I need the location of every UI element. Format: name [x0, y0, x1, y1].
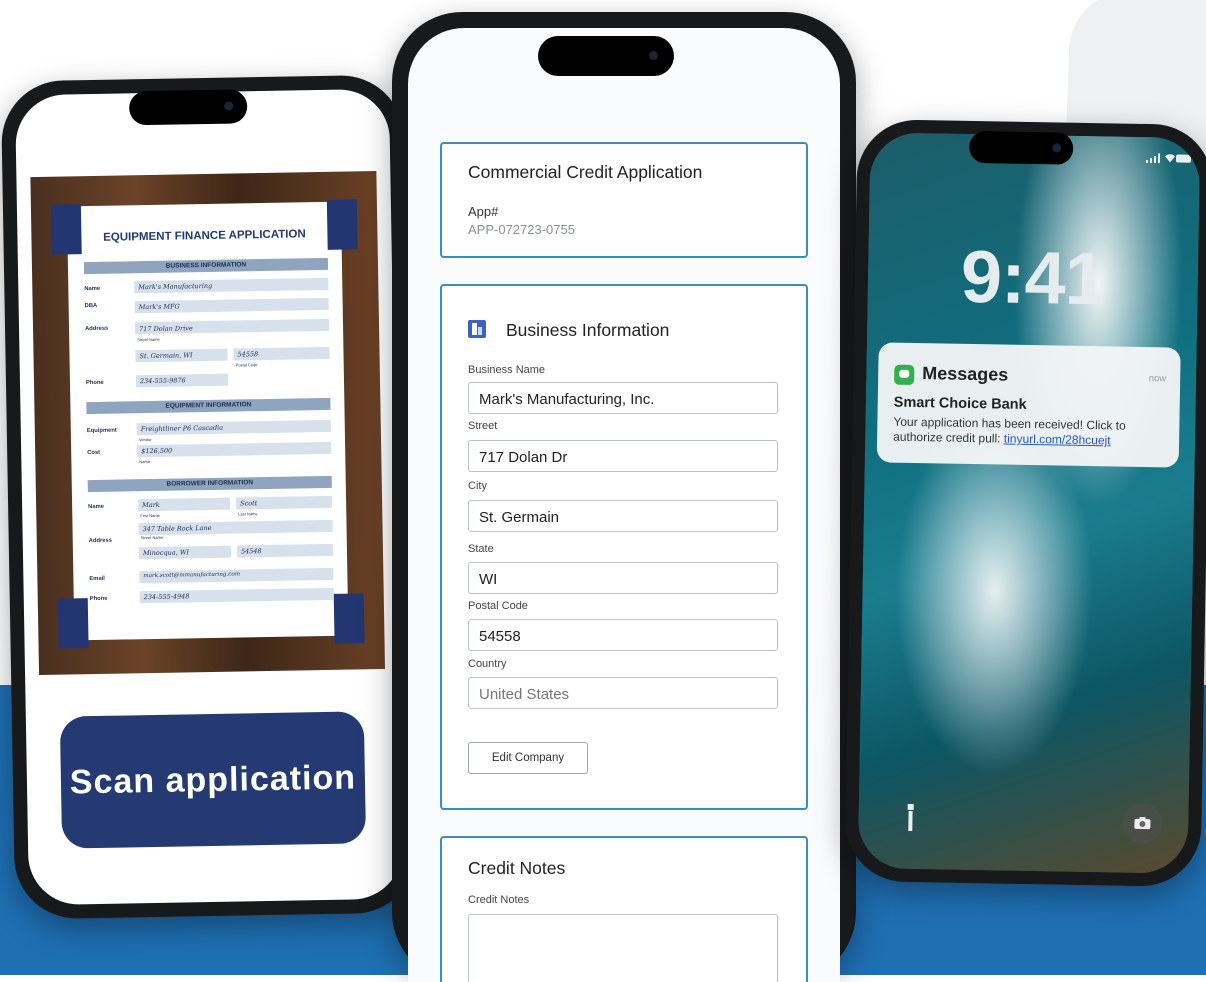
credit-notes-label: Credit Notes: [468, 894, 530, 906]
label-address: Address: [84, 325, 109, 333]
scan-corner-tl: [50, 204, 82, 255]
value-equipment: Freightliner P6 Cascadia: [140, 423, 224, 434]
section-equipment: EQUIPMENT INFORMATION: [86, 397, 331, 415]
value-borrower-phone: 234-555-4948: [143, 592, 190, 602]
value-zip: 54558: [237, 350, 259, 359]
dynamic-island: [968, 130, 1074, 165]
value-street: 717 Dolan Drive: [138, 324, 193, 334]
business-name-field[interactable]: Mark's Manufacturing, Inc.: [468, 382, 778, 414]
notification-link[interactable]: tinyurl.com/28hcuejt: [1004, 432, 1111, 448]
value-last-name: Scott: [240, 499, 258, 508]
city-field[interactable]: St. Germain: [468, 500, 778, 532]
sublabel-last: Last Name: [238, 511, 258, 517]
value-phone: 234-555-9876: [139, 376, 186, 386]
scan-corner-tr: [326, 199, 358, 250]
notification-sender: Smart Choice Bank: [893, 394, 1027, 413]
city-label: City: [468, 480, 487, 492]
value-borrower-street: 347 Table Rock Lane: [142, 523, 212, 534]
dynamic-island: [538, 36, 674, 76]
sublabel-first: First Name: [140, 512, 160, 519]
value-borrower-zip: 54548: [240, 547, 262, 556]
wifi-icon: [1164, 153, 1176, 166]
label-equipment: Equipment: [86, 427, 117, 435]
application-title: Commercial Credit Application: [468, 162, 703, 182]
label-name: Name: [84, 285, 101, 293]
sublabel-street: Street Name: [137, 336, 160, 343]
state-field[interactable]: WI: [468, 562, 778, 594]
value-borrower-city: Minocqua, WI: [142, 548, 190, 558]
country-field[interactable]: United States: [468, 677, 778, 709]
signal-icon: [1145, 153, 1161, 166]
lockscreen-time: 9:41: [960, 234, 1106, 321]
label-borrower-address: Address: [88, 537, 113, 545]
app-number-value: APP-072723-0755: [468, 222, 575, 237]
application-document: EQUIPMENT FINANCE APPLICATION BUSINESS I…: [50, 199, 365, 649]
phone-form: Commercial Credit Application App# APP-0…: [392, 12, 856, 982]
phone-scan: EQUIPMENT FINANCE APPLICATION BUSINESS I…: [0, 74, 418, 920]
application-card: Commercial Credit Application App# APP-0…: [440, 142, 808, 258]
label-dba: DBA: [84, 302, 98, 310]
notification-body: Your application has been received! Clic…: [893, 415, 1169, 450]
credit-notes-title: Credit Notes: [468, 858, 566, 878]
value-first-name: Mark: [142, 500, 160, 510]
notification-time: now: [1148, 373, 1167, 385]
flashlight-icon[interactable]: [890, 799, 931, 840]
section-business: BUSINESS INFORMATION: [83, 257, 329, 275]
document-photo: EQUIPMENT FINANCE APPLICATION BUSINESS I…: [30, 171, 386, 675]
section-borrower: BORROWER INFORMATION: [87, 475, 332, 493]
phone-lockscreen-screen: 9:41 Messages now Smart Choice Bank Your…: [857, 132, 1201, 874]
state-label: State: [468, 543, 494, 555]
label-borrower-name: Name: [88, 503, 105, 511]
message-notification[interactable]: Messages now Smart Choice Bank Your appl…: [876, 342, 1181, 468]
value-cost: $126,500: [141, 446, 173, 456]
sublabel-postal: Postal Code: [235, 362, 258, 368]
sublabel-vendor: Vendor: [138, 436, 152, 443]
sublabel-cost-name: Name: [139, 459, 151, 465]
edit-company-button[interactable]: Edit Company: [468, 742, 588, 774]
street-label: Street: [468, 420, 498, 432]
notification-app-name: Messages: [922, 363, 1009, 385]
value-city: St. Germain, WI: [139, 351, 193, 361]
business-info-card: Business Information Business Name Mark'…: [440, 284, 808, 810]
label-borrower-phone: Phone: [89, 595, 108, 603]
value-name: Mark's Manufacturing: [138, 281, 213, 292]
front-camera-icon: [649, 51, 658, 60]
messages-icon: [894, 364, 915, 385]
street-field[interactable]: 717 Dolan Dr: [468, 440, 778, 472]
dynamic-island: [128, 89, 248, 126]
camera-icon[interactable]: [1122, 802, 1163, 844]
label-email: Email: [89, 575, 105, 583]
postal-code-field[interactable]: 54558: [468, 619, 778, 651]
app-number-label: App#: [468, 204, 499, 219]
phone-scan-screen: EQUIPMENT FINANCE APPLICATION BUSINESS I…: [14, 88, 404, 906]
business-info-title: Business Information: [506, 320, 670, 340]
country-label: Country: [468, 658, 507, 670]
battery-icon: [1175, 154, 1195, 167]
postal-code-label: Postal Code: [468, 600, 528, 612]
credit-notes-textarea[interactable]: [468, 914, 778, 982]
sublabel-bstreet: Street Name: [140, 534, 164, 541]
front-camera-icon: [1052, 143, 1062, 153]
credit-notes-card: Credit Notes Credit Notes: [440, 836, 808, 982]
value-dba: Mark's MFG: [138, 302, 180, 312]
label-cost: Cost: [87, 449, 101, 457]
scan-corner-bl: [57, 598, 89, 649]
phone-form-screen: Commercial Credit Application App# APP-0…: [408, 28, 840, 982]
scan-corner-br: [333, 593, 365, 644]
front-camera-icon: [224, 101, 234, 111]
label-phone: Phone: [85, 379, 104, 387]
phone-lockscreen: 9:41 Messages now Smart Choice Bank Your…: [844, 118, 1206, 888]
scan-application-button[interactable]: Scan application: [59, 711, 367, 849]
document-title: EQUIPMENT FINANCE APPLICATION: [103, 228, 306, 244]
building-icon: [468, 320, 486, 338]
business-name-label: Business Name: [468, 364, 546, 376]
